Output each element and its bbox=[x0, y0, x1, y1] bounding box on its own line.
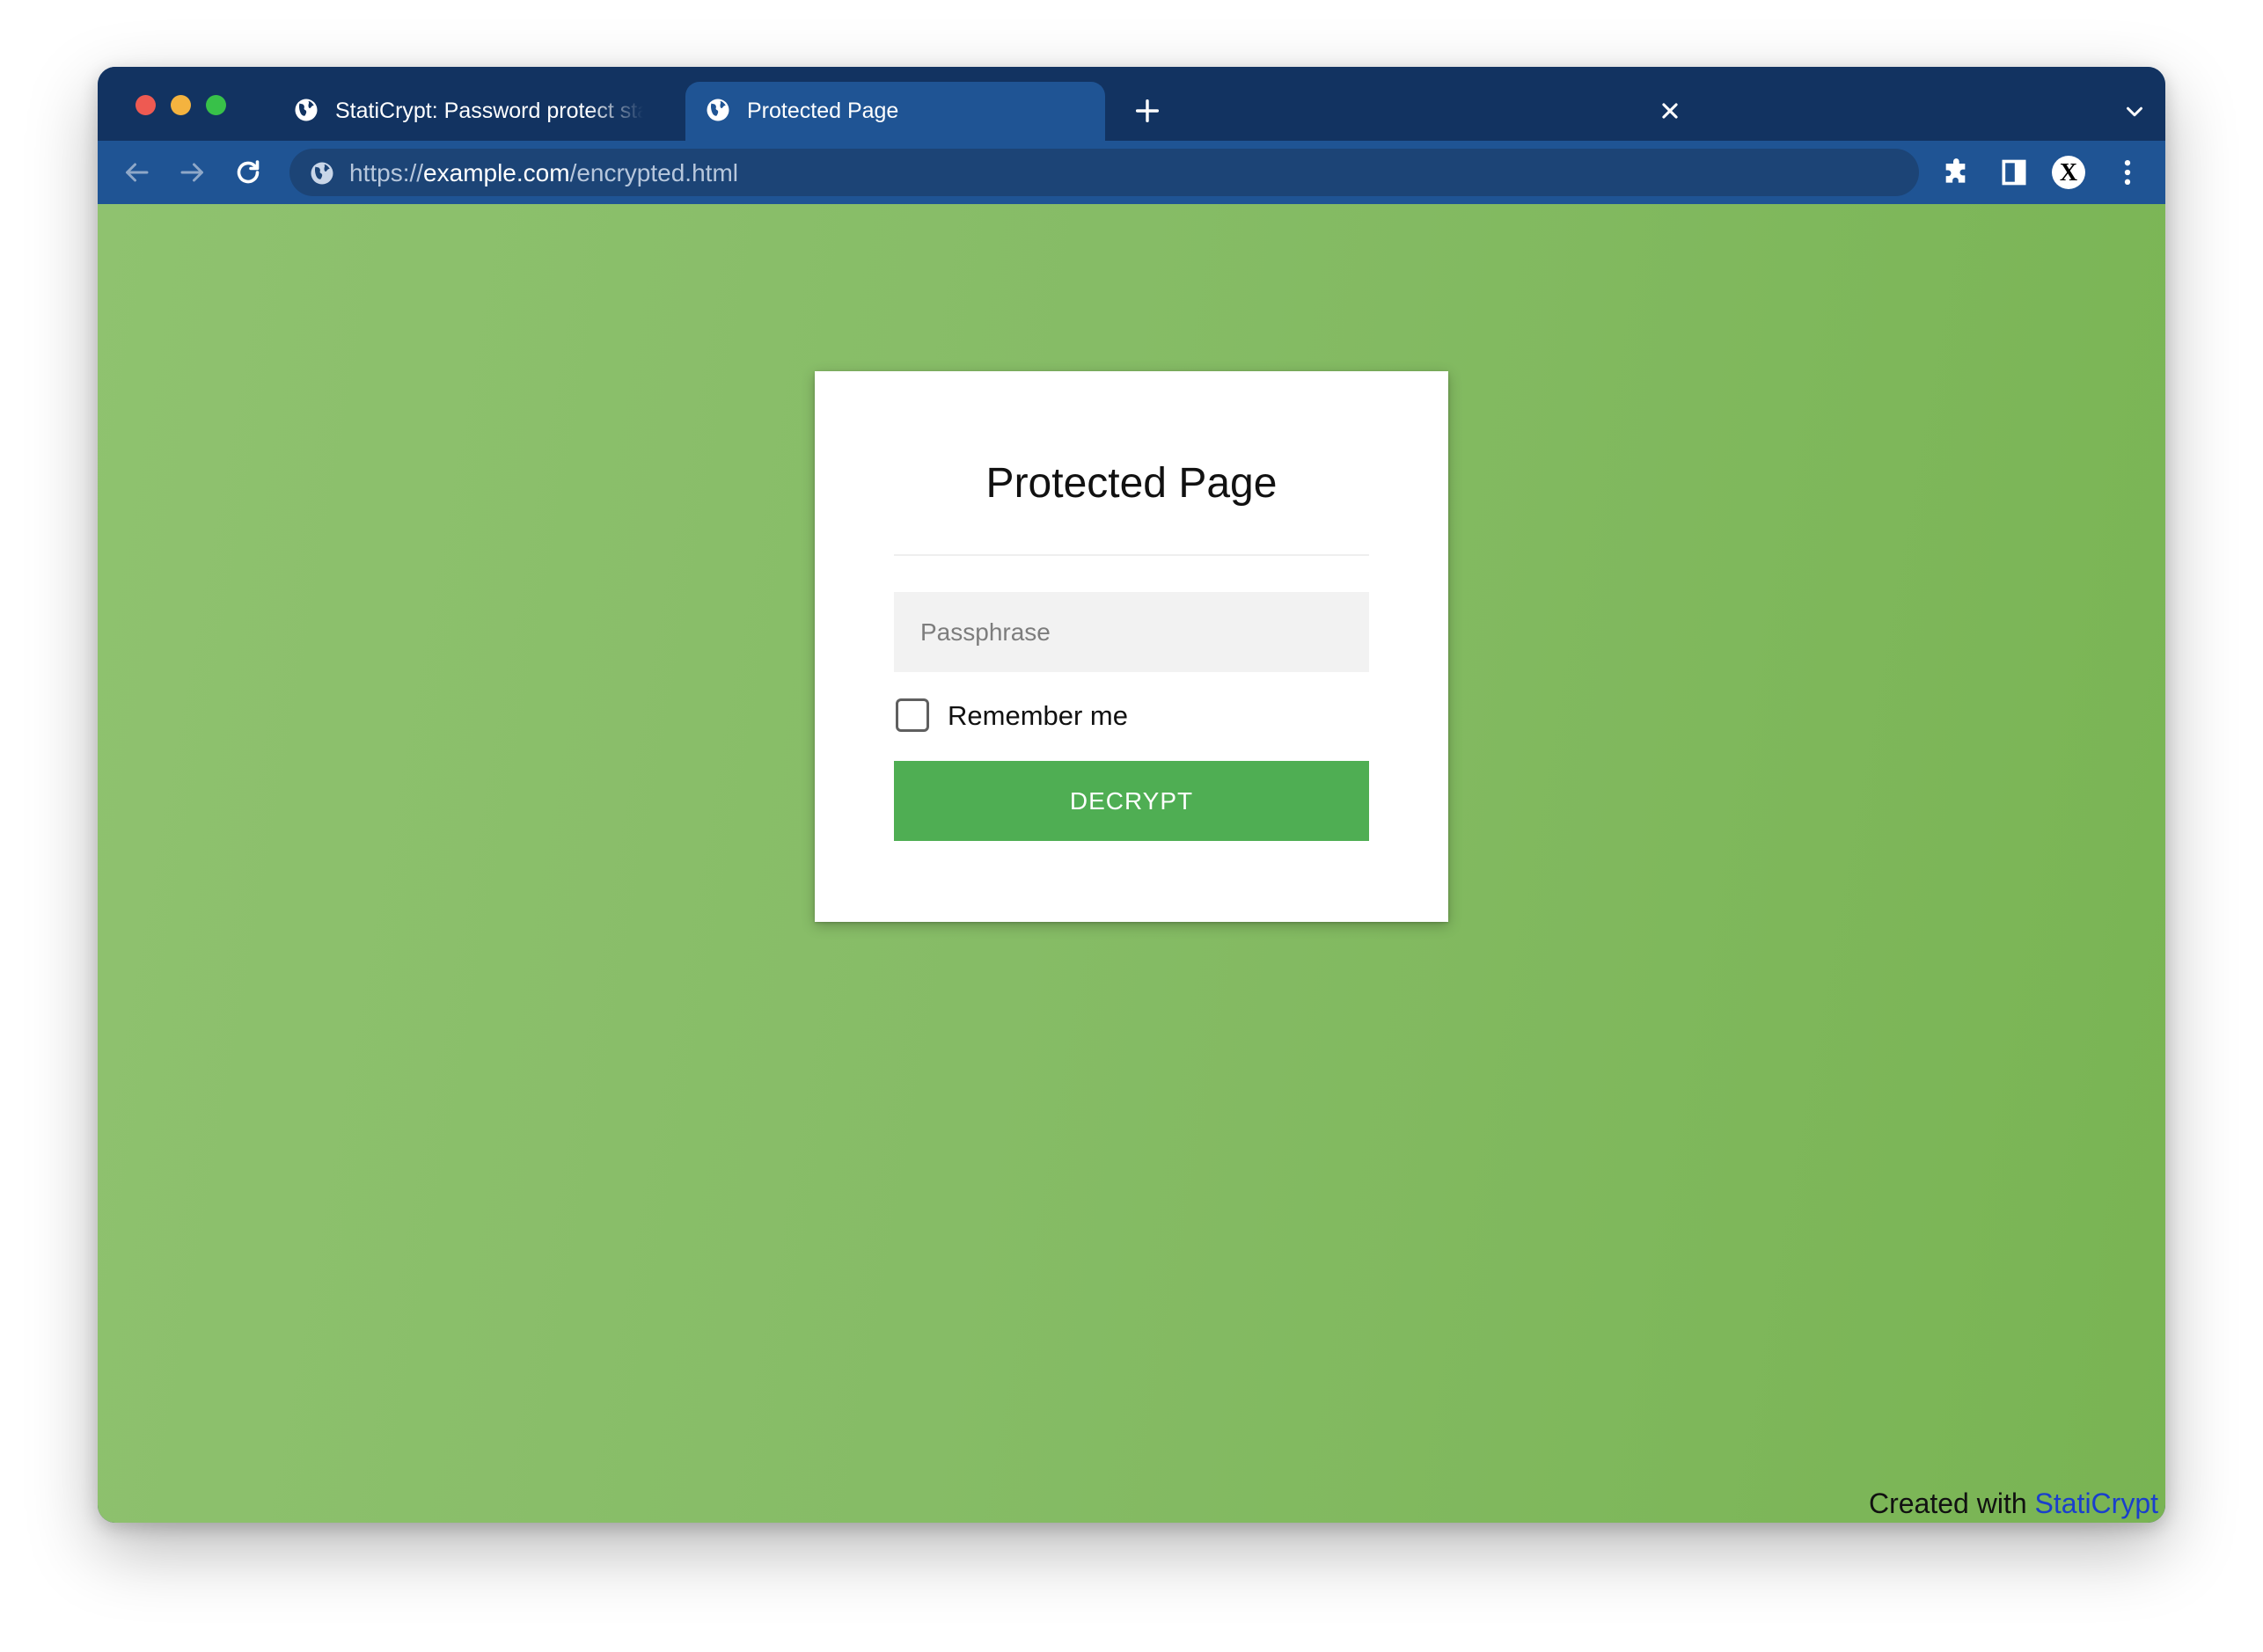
browser-toolbar: https://example.com/encrypted.html X bbox=[98, 141, 2165, 204]
decrypt-button[interactable]: DECRYPT bbox=[894, 761, 1369, 841]
window-minimize-button[interactable] bbox=[171, 95, 191, 115]
footer-credit: Created with StatiCrypt bbox=[1869, 1486, 2158, 1521]
address-bar[interactable]: https://example.com/encrypted.html bbox=[289, 149, 1919, 196]
login-card: Protected Page Remember me DECRYPT bbox=[815, 371, 1448, 922]
screenshot-stage: StatiCrypt: Password protect static HTML… bbox=[0, 0, 2263, 1652]
tab-strip: StatiCrypt: Password protect static HTML… bbox=[98, 67, 2165, 141]
tab-title: StatiCrypt: Password protect static HTML bbox=[335, 99, 643, 123]
tab-title: Protected Page bbox=[747, 99, 899, 123]
new-tab-plus-icon[interactable] bbox=[1132, 96, 1162, 126]
tab-protected-page[interactable]: Protected Page bbox=[685, 82, 1678, 141]
url-host: example.com bbox=[423, 159, 570, 186]
staticrypt-link[interactable]: StatiCrypt bbox=[2035, 1488, 2158, 1519]
remember-me-checkbox[interactable] bbox=[896, 698, 929, 732]
page-viewport: Protected Page Remember me DECRYPT Creat… bbox=[98, 204, 2165, 1523]
kebab-menu-icon[interactable] bbox=[2110, 155, 2145, 190]
remember-me-label[interactable]: Remember me bbox=[948, 698, 1128, 734]
svg-text:X: X bbox=[2060, 159, 2077, 186]
browser-window: StatiCrypt: Password protect static HTML… bbox=[98, 67, 2165, 1523]
page-title: Protected Page bbox=[985, 460, 1278, 507]
back-arrow-icon[interactable] bbox=[121, 157, 152, 188]
globe-icon bbox=[295, 99, 318, 121]
title-divider bbox=[894, 554, 1369, 556]
window-close-button[interactable] bbox=[135, 95, 156, 115]
remember-me-row[interactable]: Remember me bbox=[894, 697, 1369, 734]
close-icon[interactable] bbox=[1655, 96, 1685, 126]
chevron-down-icon[interactable] bbox=[2121, 99, 2148, 125]
window-zoom-button[interactable] bbox=[206, 95, 226, 115]
globe-icon[interactable] bbox=[309, 160, 335, 186]
extensions-puzzle-icon[interactable] bbox=[1940, 155, 1975, 190]
url-scheme: https:// bbox=[349, 159, 424, 186]
passphrase-input[interactable] bbox=[894, 592, 1369, 672]
footer-prefix: Created with bbox=[1868, 1488, 2035, 1519]
url-text: https://example.com/encrypted.html bbox=[349, 159, 738, 187]
forward-arrow-icon[interactable] bbox=[177, 157, 209, 188]
profile-avatar-icon[interactable]: X bbox=[2051, 155, 2086, 190]
reload-icon[interactable] bbox=[232, 157, 264, 188]
url-path: /encrypted.html bbox=[569, 159, 738, 186]
side-panel-icon[interactable] bbox=[1996, 155, 2032, 190]
globe-icon bbox=[707, 99, 729, 121]
